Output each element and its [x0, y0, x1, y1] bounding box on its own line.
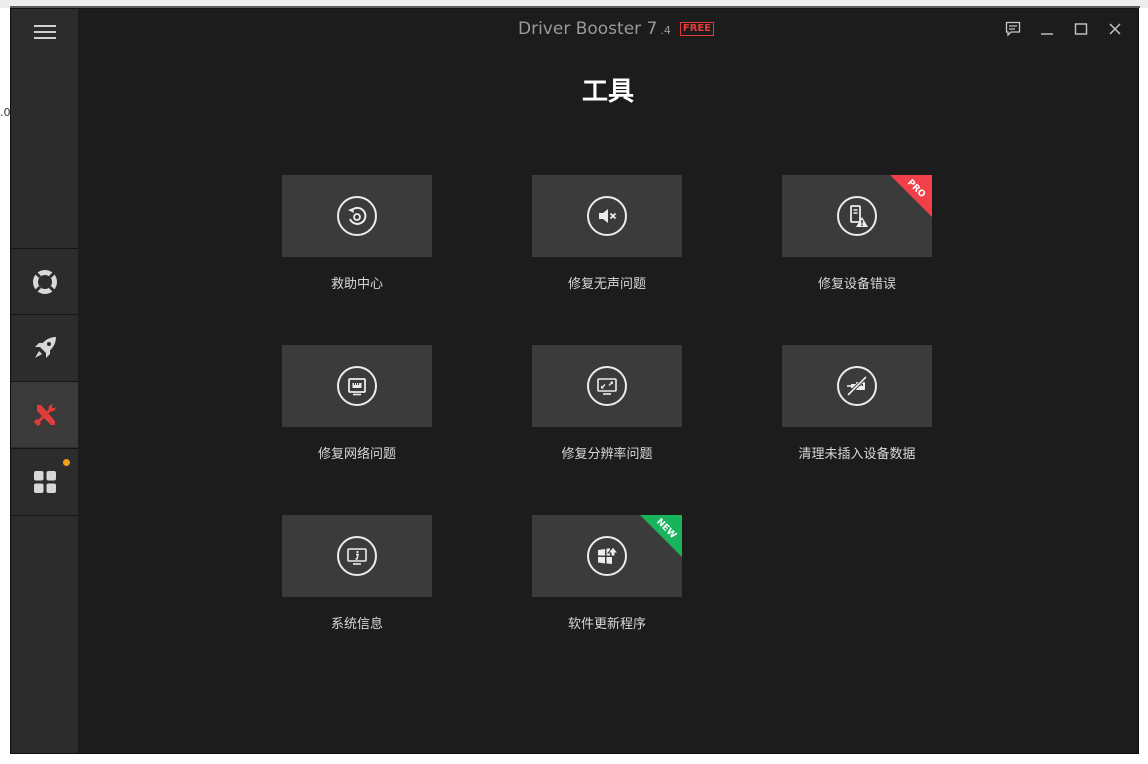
- monitor-resize-icon: [597, 378, 617, 395]
- feedback-button[interactable]: [996, 17, 1030, 41]
- sidebar-item-action-center[interactable]: [11, 448, 78, 514]
- tool-label: 修复分辨率问题: [561, 447, 653, 462]
- background-window-text: .0: [0, 106, 10, 119]
- title-bar: Driver Booster 7 .4 FREE: [78, 9, 1138, 49]
- lifebuoy-icon: [32, 269, 57, 294]
- rocket-icon: [34, 336, 56, 358]
- monitor-info-icon: [347, 548, 367, 565]
- sidebar-item-boost[interactable]: [11, 314, 78, 380]
- sidebar-divider: [11, 515, 78, 516]
- tool-fix-no-sound[interactable]: 修复无声问题: [532, 175, 682, 292]
- hamburger-icon: [33, 25, 56, 39]
- tool-label: 修复设备错误: [817, 277, 896, 292]
- tool-tile[interactable]: [532, 345, 682, 427]
- window-controls: [996, 17, 1132, 41]
- tool-label: 修复网络问题: [317, 447, 396, 462]
- feedback-icon: [1005, 21, 1021, 37]
- page-title: 工具: [581, 77, 634, 107]
- notification-dot: [63, 459, 70, 466]
- tool-tile[interactable]: [282, 515, 432, 597]
- tool-tile[interactable]: [782, 345, 932, 427]
- tool-system-info[interactable]: 系统信息: [282, 515, 432, 632]
- minimize-button[interactable]: [1030, 17, 1064, 41]
- app-name: Driver Booster 7: [518, 19, 658, 39]
- sidebar: [11, 9, 78, 753]
- tools-icon: [33, 404, 55, 426]
- close-icon: [1109, 23, 1121, 35]
- tool-label: 系统信息: [330, 617, 383, 632]
- maximize-button[interactable]: [1064, 17, 1098, 41]
- app-window: Driver Booster 7 .4 FREE 工具 救助中心 修复无声问题 …: [10, 8, 1139, 754]
- tool-tile[interactable]: [532, 175, 682, 257]
- tool-label: 修复无声问题: [567, 277, 646, 292]
- apps-grid-icon: [33, 470, 56, 493]
- app-version: .4: [660, 24, 671, 37]
- tool-fix-resolution[interactable]: 修复分辨率问题: [532, 345, 682, 462]
- tool-fix-device-error[interactable]: PRO 修复设备错误: [782, 175, 932, 292]
- tool-label: 救助中心: [330, 277, 383, 292]
- sidebar-item-rescue[interactable]: [11, 248, 78, 314]
- edition-badge: FREE: [679, 22, 715, 36]
- tool-tile[interactable]: [282, 175, 432, 257]
- desktop-background: [0, 0, 1148, 8]
- tool-fix-network[interactable]: 修复网络问题: [282, 345, 432, 462]
- network-port-icon: [348, 378, 366, 396]
- minimize-icon: [1041, 33, 1053, 35]
- menu-button[interactable]: [11, 9, 78, 55]
- tool-rescue-center[interactable]: 救助中心: [282, 175, 432, 292]
- unplugged-device-icon: [846, 375, 868, 397]
- tool-tile[interactable]: NEW: [532, 515, 682, 597]
- tool-tile[interactable]: PRO: [782, 175, 932, 257]
- tool-clean-unplugged-devices[interactable]: 清理未插入设备数据: [782, 345, 932, 462]
- app-title: Driver Booster 7 .4 FREE: [518, 19, 715, 39]
- tool-label: 软件更新程序: [567, 617, 646, 632]
- tool-software-updater[interactable]: NEW 软件更新程序: [532, 515, 682, 632]
- tool-label: 清理未插入设备数据: [798, 447, 916, 462]
- close-button[interactable]: [1098, 17, 1132, 41]
- sidebar-item-tools[interactable]: [11, 381, 78, 447]
- tool-tile[interactable]: [282, 345, 432, 427]
- device-warning-icon: [850, 205, 868, 227]
- speaker-mute-icon: [599, 209, 617, 223]
- software-update-icon: [598, 546, 619, 564]
- maximize-icon: [1074, 23, 1088, 35]
- restore-icon: [348, 206, 367, 225]
